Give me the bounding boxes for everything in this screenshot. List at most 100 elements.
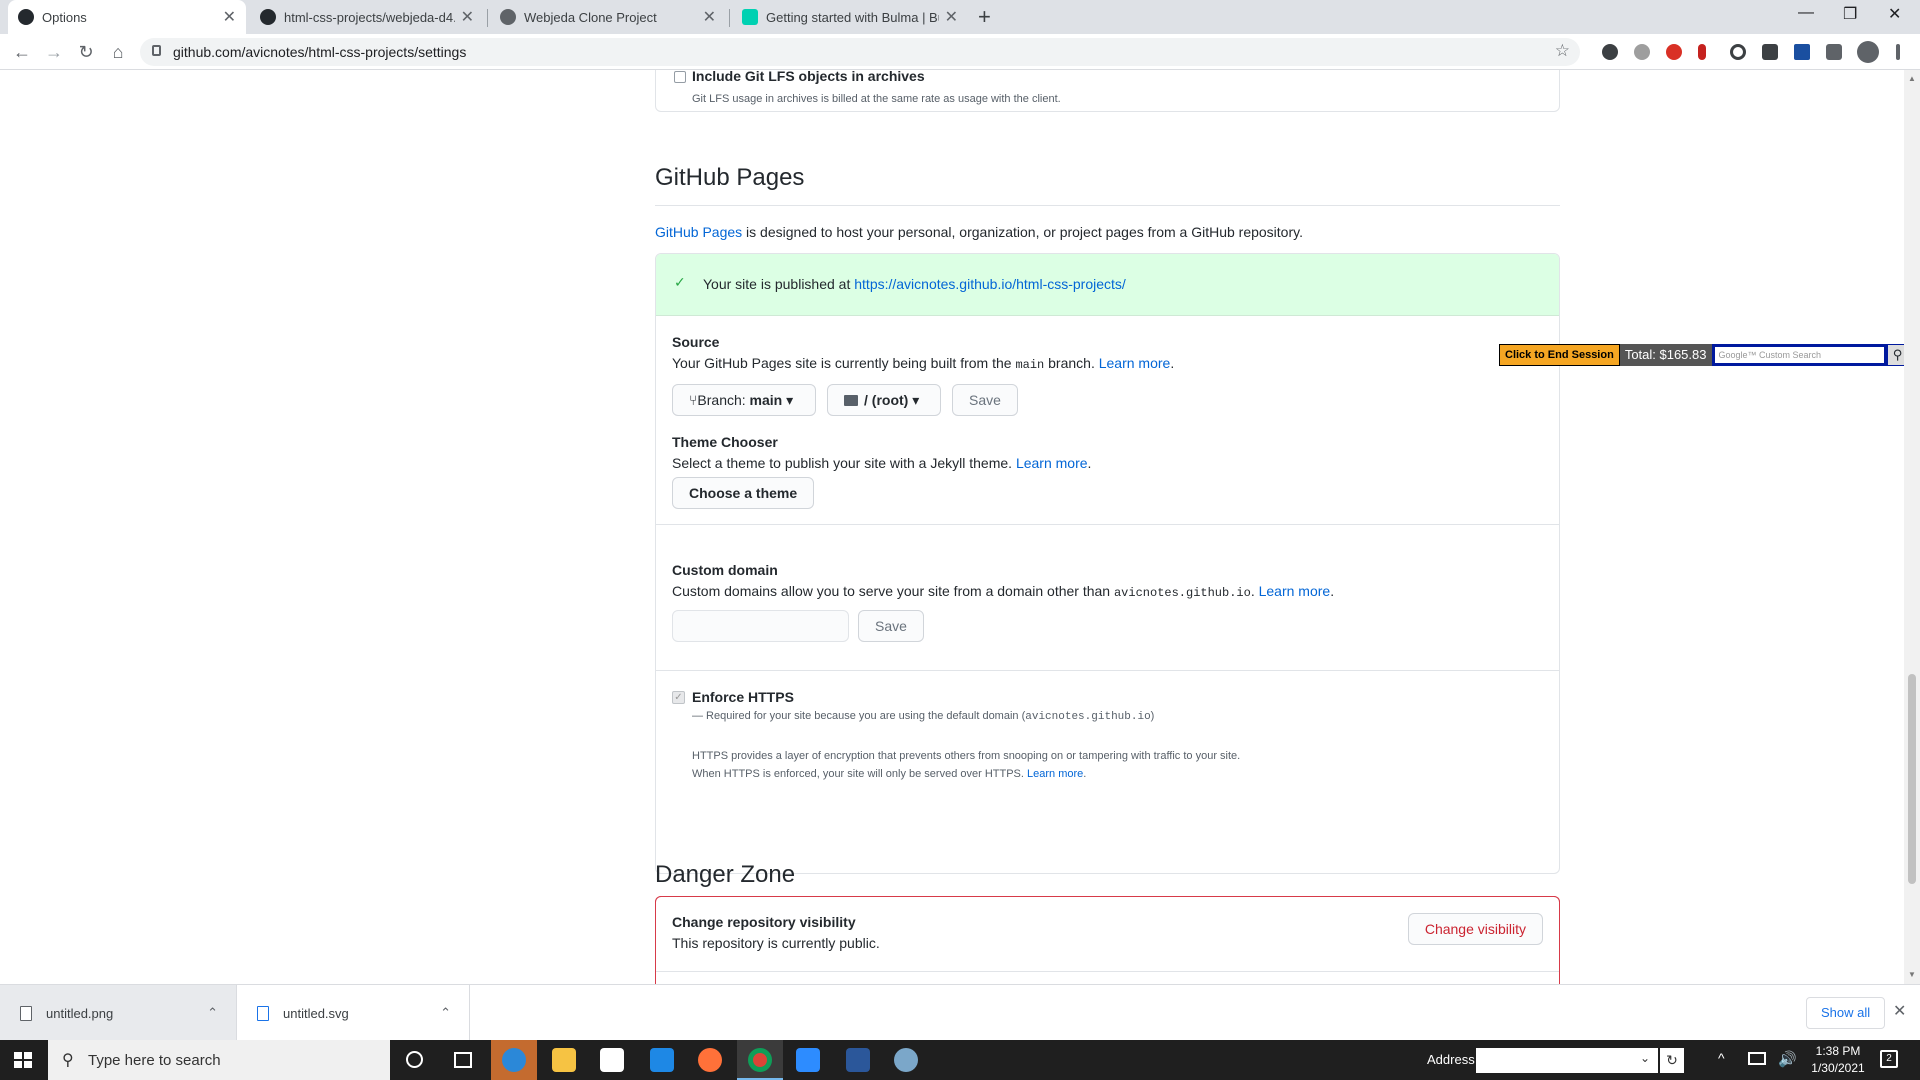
download-ext-icon[interactable] <box>1602 44 1618 60</box>
forward-icon[interactable]: → <box>42 40 66 64</box>
file-explorer-icon[interactable] <box>552 1048 576 1072</box>
search-icon: ⚲ <box>62 1052 74 1069</box>
network-icon[interactable] <box>1748 1052 1766 1065</box>
source-learn-more-link[interactable]: Learn more <box>1099 355 1171 371</box>
visibility-title: Change repository visibility <box>672 914 856 930</box>
theme-learn-more-link[interactable]: Learn more <box>1016 455 1088 471</box>
choose-theme-button[interactable]: Choose a theme <box>672 477 815 509</box>
edge-icon[interactable] <box>502 1048 526 1072</box>
change-visibility-button[interactable]: Change visibility <box>1407 913 1543 945</box>
https-info-line1: HTTPS provides a layer of encryption tha… <box>692 750 1241 762</box>
session-widget: Click to End Session Total: $165.83 Goog… <box>1499 344 1909 366</box>
windows-start-icon[interactable] <box>14 1052 32 1068</box>
lfs-checkbox-label: Include Git LFS objects in archives <box>692 70 925 84</box>
zoom-icon[interactable] <box>796 1048 820 1072</box>
word-icon[interactable] <box>846 1048 870 1072</box>
circle-ext-icon[interactable] <box>1730 44 1746 60</box>
task-view-icon[interactable] <box>454 1052 472 1068</box>
extensions-puzzle-icon[interactable] <box>1826 44 1842 60</box>
bookmark-star-icon[interactable]: ☆ <box>1555 41 1570 61</box>
domain-save-button[interactable]: Save <box>858 610 924 642</box>
scroll-down-icon[interactable]: ▼ <box>1908 970 1916 979</box>
chrome-icon[interactable] <box>748 1048 772 1072</box>
domain-learn-more-link[interactable]: Learn more <box>1259 583 1331 599</box>
tab-bulma[interactable]: Getting started with Bulma | Bulm ✕ <box>732 0 968 34</box>
divider <box>656 971 1559 972</box>
tab-options[interactable]: Options ✕ <box>8 0 246 34</box>
close-icon[interactable]: ✕ <box>703 7 716 27</box>
refresh-icon[interactable]: ↻ <box>1660 1048 1684 1073</box>
minimize-icon[interactable]: — <box>1798 4 1814 22</box>
danger-zone-title-visible: Danger Zone <box>655 861 796 888</box>
lock-icon <box>152 45 161 56</box>
published-url-link[interactable]: https://avicnotes.github.io/html-css-pro… <box>854 276 1126 292</box>
browser-toolbar: ← → ↻ ⌂ github.com/avicnotes/html-css-pr… <box>0 34 1920 70</box>
reload-icon[interactable]: ↻ <box>74 40 98 64</box>
https-required-note: — Required for your site because you are… <box>692 710 1155 723</box>
download-item[interactable]: untitled.svg ⌃ <box>237 985 469 1041</box>
pin-ext-icon[interactable] <box>1698 44 1706 60</box>
url-text[interactable]: github.com/avicnotes/html-css-projects/s… <box>173 44 466 60</box>
close-window-icon[interactable]: ✕ <box>1888 4 1901 24</box>
address-bar[interactable]: github.com/avicnotes/html-css-projects/s… <box>140 38 1580 66</box>
download-item[interactable]: untitled.png ⌃ <box>0 985 236 1041</box>
store-icon[interactable] <box>600 1048 624 1072</box>
end-session-button[interactable]: Click to End Session <box>1499 344 1620 366</box>
chevron-up-icon[interactable]: ⌃ <box>440 1005 451 1021</box>
github-icon <box>18 9 34 25</box>
enforce-https-checkbox[interactable]: ✓ <box>672 691 685 704</box>
pages-heading-row: GitHub Pages <box>655 158 1560 206</box>
chevron-up-icon[interactable]: ⌃ <box>207 1005 218 1021</box>
volume-icon[interactable]: 🔊 <box>1778 1050 1797 1068</box>
menu-kebab-icon[interactable] <box>1896 44 1900 60</box>
chevron-down-icon[interactable]: ⌄ <box>1640 1051 1650 1065</box>
address-toolbar-input[interactable]: ⌄ <box>1476 1048 1658 1073</box>
danger-zone-panel: Change repository visibility This reposi… <box>655 896 1560 996</box>
profile-avatar-icon[interactable] <box>1857 41 1879 63</box>
tab-webjeda-clone[interactable]: Webjeda Clone Project ✕ <box>490 0 726 34</box>
custom-search-input[interactable]: Google™ Custom Search <box>1711 344 1887 366</box>
lfs-checkbox[interactable] <box>674 71 686 83</box>
clock[interactable]: 1:38 PM 1/30/2021 <box>1808 1044 1868 1075</box>
folder-select-button[interactable]: / (root) ▾ <box>827 384 941 416</box>
tab-title: Options <box>42 9 87 25</box>
adblock-icon[interactable] <box>1666 44 1682 60</box>
branch-select-button[interactable]: ⑂Branch: main ▾ <box>672 384 816 416</box>
close-downloads-icon[interactable]: ✕ <box>1893 1001 1906 1021</box>
show-all-button[interactable]: Show all <box>1806 997 1886 1029</box>
home-icon[interactable]: ⌂ <box>106 40 130 64</box>
https-learn-more-link[interactable]: Learn more <box>1027 768 1083 780</box>
back-icon[interactable]: ← <box>10 40 34 64</box>
scrollbar-thumb[interactable] <box>1908 674 1916 884</box>
cookie-ext-icon[interactable] <box>1762 44 1778 60</box>
custom-domain-input[interactable] <box>672 610 849 642</box>
firefox-icon[interactable] <box>698 1048 722 1072</box>
lfs-note: Git LFS usage in archives is billed at t… <box>692 93 1061 105</box>
taskbar-search[interactable]: ⚲ Type here to search <box>48 1040 390 1080</box>
close-icon[interactable]: ✕ <box>945 7 958 27</box>
tab-title: html-css-projects/webjeda-d4.ht <box>284 9 455 25</box>
page-scrollbar[interactable]: ▲ ▼ <box>1904 70 1920 984</box>
mail-icon[interactable] <box>650 1048 674 1072</box>
session-total: Total: $165.83 <box>1619 344 1712 366</box>
close-icon[interactable]: ✕ <box>461 7 474 27</box>
close-icon[interactable]: ✕ <box>223 7 236 27</box>
source-desc: Your GitHub Pages site is currently bein… <box>672 355 1175 372</box>
archives-box: Include Git LFS objects in archives Git … <box>655 70 1560 112</box>
scroll-up-icon[interactable]: ▲ <box>1908 74 1916 83</box>
notifications-icon[interactable]: 2 <box>1880 1050 1898 1068</box>
maximize-icon[interactable]: ❐ <box>1843 4 1857 24</box>
github-pages-link[interactable]: GitHub Pages <box>655 224 742 240</box>
chevron-up-icon[interactable]: ^ <box>1718 1050 1725 1066</box>
bulma-icon <box>742 9 758 25</box>
downloads-bar: untitled.png ⌃ untitled.svg ⌃ Show all ✕ <box>0 984 1920 1041</box>
app-icon[interactable] <box>894 1048 918 1072</box>
cortana-icon[interactable] <box>406 1051 423 1068</box>
new-tab-icon[interactable]: + <box>978 4 991 30</box>
download-filename: untitled.svg <box>283 1005 349 1021</box>
reader-ext-icon[interactable] <box>1794 44 1810 60</box>
divider <box>656 524 1559 525</box>
source-save-button[interactable]: Save <box>952 384 1018 416</box>
extension-gray-icon[interactable] <box>1634 44 1650 60</box>
tab-html-css-projects[interactable]: html-css-projects/webjeda-d4.ht ✕ <box>250 0 484 34</box>
